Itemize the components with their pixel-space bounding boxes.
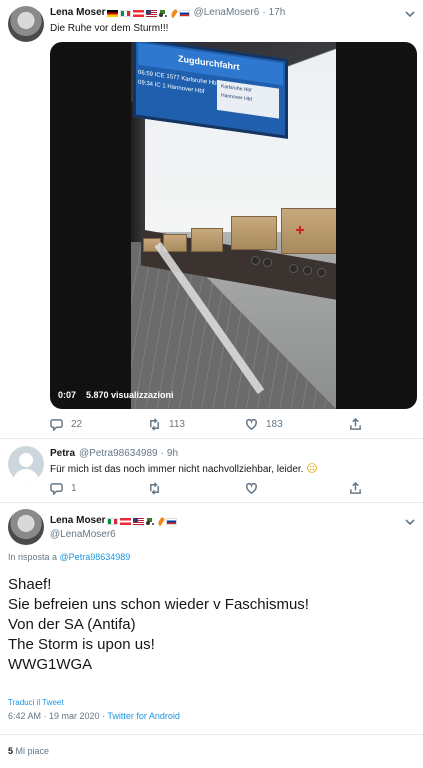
tweet-line: The Storm is upon us! <box>8 636 155 653</box>
separator-dot: · <box>160 448 164 459</box>
italy-flag-icon <box>119 9 131 17</box>
share-button[interactable] <box>349 418 362 431</box>
divider <box>0 502 423 503</box>
likes-count: 5 <box>8 746 14 756</box>
reply-icon <box>50 419 63 431</box>
tweet-actions: 1 <box>50 482 370 495</box>
heart-icon <box>246 418 257 431</box>
divider <box>0 438 423 439</box>
like-button[interactable] <box>245 482 349 495</box>
retweet-icon <box>150 418 159 431</box>
tractor-icon <box>158 9 168 17</box>
sign-white-panel: Karlsruhe Hbf Hannover Hbf <box>217 79 279 119</box>
separator-dot: · <box>262 7 266 18</box>
author-name[interactable]: Lena Moser <box>50 515 106 526</box>
name-emoji-flags <box>106 515 179 526</box>
video-views: 5.870 visualizzazioni <box>86 390 174 400</box>
tweet-time[interactable]: 17h <box>269 7 286 18</box>
name-emoji-flags <box>106 7 192 18</box>
author-name[interactable]: Lena Moser <box>50 7 106 18</box>
tweet-source-link[interactable]: Twitter for Android <box>107 711 180 721</box>
likes-summary[interactable]: 5 Mi piace <box>8 746 49 756</box>
tweet-text: Für mich ist das noch immer nicht nachvo… <box>50 462 318 475</box>
retweet-button[interactable]: 113 <box>148 418 245 431</box>
retweet-count: 113 <box>169 419 185 430</box>
reply-prefix: In risposta a <box>8 552 58 562</box>
likes-label: Mi piace <box>15 746 50 756</box>
tweet-line: Sie befreien uns schon wieder v Faschism… <box>8 596 309 613</box>
carrot-icon <box>156 516 165 526</box>
russia-flag-icon <box>178 9 190 17</box>
author-handle[interactable]: @LenaMoser6 <box>50 529 116 540</box>
translate-tweet-link[interactable]: Traduci il Tweet <box>8 698 64 707</box>
reply-count: 22 <box>71 419 83 430</box>
tweet-actions: 22 113 183 <box>50 418 370 431</box>
reply-handle-link[interactable]: @Petra98634989 <box>60 552 131 562</box>
tweet-text: Die Ruhe vor dem Sturm!!! <box>50 23 169 34</box>
chevron-down-icon[interactable] <box>405 6 415 24</box>
sad-face-emoji: ☹ <box>306 463 318 475</box>
tractor-icon <box>145 517 155 525</box>
carrot-icon <box>169 8 178 18</box>
chevron-down-icon[interactable] <box>405 514 415 532</box>
share-button[interactable] <box>349 482 362 495</box>
austria-flag-icon <box>132 9 144 17</box>
divider <box>0 734 423 735</box>
avatar[interactable] <box>8 6 44 42</box>
retweet-icon <box>150 482 159 495</box>
italy-flag-icon <box>106 517 118 525</box>
tweet-line: Von der SA (Antifa) <box>8 616 136 633</box>
reply-context: In risposta a @Petra98634989 <box>8 552 130 562</box>
usa-flag-icon <box>132 517 144 525</box>
tweet-line: Shaef! <box>8 576 52 593</box>
tweet-text: Shaef! Sie befreien uns schon wieder v F… <box>8 575 309 675</box>
russia-flag-icon <box>165 517 177 525</box>
author-name[interactable]: Petra <box>50 448 75 459</box>
share-icon <box>350 482 361 494</box>
tweet-timestamp[interactable]: 6:42 AM · 19 mar 2020 <box>8 711 100 721</box>
reply-button[interactable]: 1 <box>50 482 148 495</box>
tweet-time[interactable]: 9h <box>167 448 178 459</box>
reply-icon <box>50 483 63 495</box>
germany-flag-icon <box>106 9 118 17</box>
video-elapsed: 0:07 <box>58 390 77 400</box>
video-frame: Zugdurchfahrt 06:59 ICE 1577 Karlsruhe H… <box>131 42 336 409</box>
author-handle[interactable]: @Petra98634989 <box>79 448 158 459</box>
reply-button[interactable]: 22 <box>50 418 148 431</box>
avatar[interactable] <box>8 509 44 545</box>
heart-icon <box>246 482 257 495</box>
tweet-line: WWG1WGA <box>8 656 93 673</box>
austria-flag-icon <box>119 517 131 525</box>
share-icon <box>350 418 361 430</box>
tweet-meta: 6:42 AM · 19 mar 2020 · Twitter for Andr… <box>8 711 180 721</box>
avatar[interactable] <box>8 446 44 482</box>
reply-count: 1 <box>71 483 77 494</box>
usa-flag-icon <box>145 9 157 17</box>
retweet-button[interactable] <box>148 482 245 495</box>
video-player[interactable]: Zugdurchfahrt 06:59 ICE 1577 Karlsruhe H… <box>50 42 417 409</box>
author-handle[interactable]: @LenaMoser6 <box>194 7 260 18</box>
like-count: 183 <box>266 419 283 430</box>
tweet-text-body: Für mich ist das noch immer nicht nachvo… <box>50 464 304 475</box>
like-button[interactable]: 183 <box>245 418 349 431</box>
